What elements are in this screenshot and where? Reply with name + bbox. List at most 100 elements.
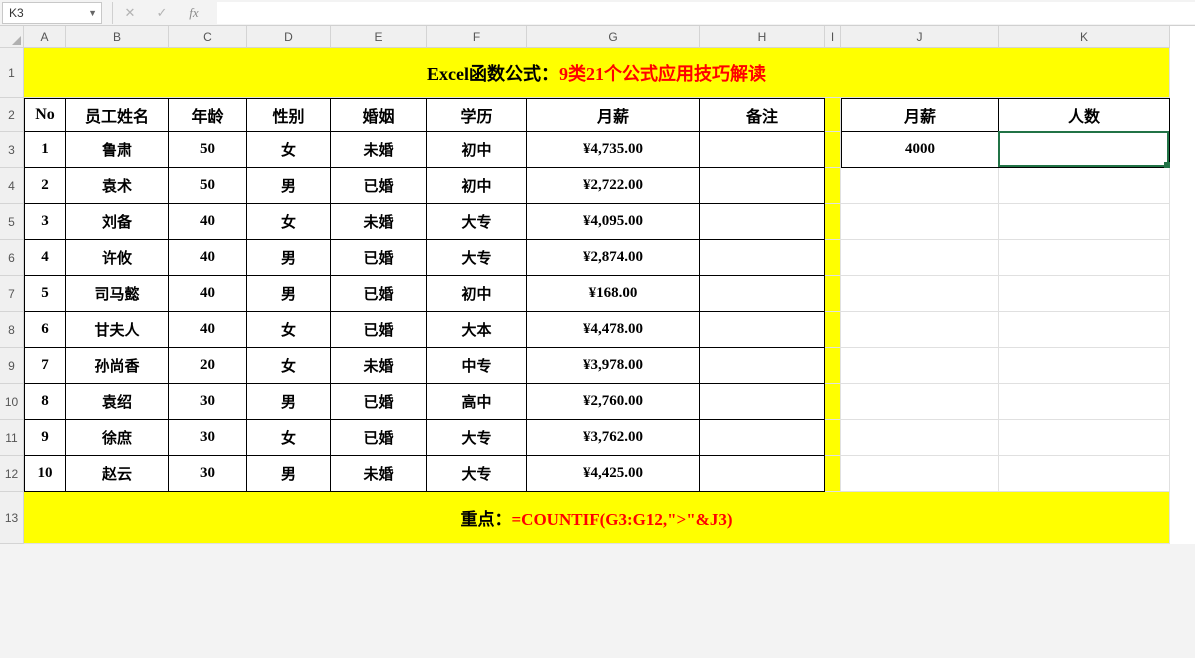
cell-B11[interactable]: 徐庶: [66, 420, 169, 456]
cells-grid[interactable]: Excel函数公式：9类21个公式应用技巧解读No员工姓名年龄性别婚姻学历月薪备…: [24, 48, 1170, 544]
row-header-11[interactable]: 11: [0, 420, 24, 456]
col-header-H[interactable]: H: [700, 26, 825, 48]
cell-E7[interactable]: 已婚: [331, 276, 427, 312]
cell-D10[interactable]: 男: [247, 384, 331, 420]
cell-I9[interactable]: [825, 348, 841, 384]
row-header-8[interactable]: 8: [0, 312, 24, 348]
cell-I3[interactable]: [825, 132, 841, 168]
cell-K10[interactable]: [999, 384, 1170, 420]
cell-G7[interactable]: ¥168.00: [527, 276, 700, 312]
cell-H12[interactable]: [700, 456, 825, 492]
cell-E10[interactable]: 已婚: [331, 384, 427, 420]
cell-F10[interactable]: 高中: [427, 384, 527, 420]
fx-icon[interactable]: fx: [187, 6, 201, 20]
cell-A12[interactable]: 10: [24, 456, 66, 492]
cell-B4[interactable]: 袁术: [66, 168, 169, 204]
cell-H5[interactable]: [700, 204, 825, 240]
col-header-K[interactable]: K: [999, 26, 1170, 48]
cell-E11[interactable]: 已婚: [331, 420, 427, 456]
cell-H4[interactable]: [700, 168, 825, 204]
cell-H9[interactable]: [700, 348, 825, 384]
cell-F7[interactable]: 初中: [427, 276, 527, 312]
cell-A6[interactable]: 4: [24, 240, 66, 276]
cell-A8[interactable]: 6: [24, 312, 66, 348]
cell-A4[interactable]: 2: [24, 168, 66, 204]
cell-C11[interactable]: 30: [169, 420, 247, 456]
cell-F6[interactable]: 大专: [427, 240, 527, 276]
cell-K12[interactable]: [999, 456, 1170, 492]
header-cell-D[interactable]: 性别: [247, 98, 331, 132]
header-cell-C[interactable]: 年龄: [169, 98, 247, 132]
row-header-10[interactable]: 10: [0, 384, 24, 420]
row-header-12[interactable]: 12: [0, 456, 24, 492]
cell-G6[interactable]: ¥2,874.00: [527, 240, 700, 276]
cell-E12[interactable]: 未婚: [331, 456, 427, 492]
select-all-corner[interactable]: [0, 26, 24, 48]
cell-F12[interactable]: 大专: [427, 456, 527, 492]
header-cell-G[interactable]: 月薪: [527, 98, 700, 132]
cell-D11[interactable]: 女: [247, 420, 331, 456]
cell-K8[interactable]: [999, 312, 1170, 348]
row-header-9[interactable]: 9: [0, 348, 24, 384]
cell-K6[interactable]: [999, 240, 1170, 276]
cell-C8[interactable]: 40: [169, 312, 247, 348]
cell-I5[interactable]: [825, 204, 841, 240]
cell-J11[interactable]: [841, 420, 999, 456]
cell-A5[interactable]: 3: [24, 204, 66, 240]
cell-E3[interactable]: 未婚: [331, 132, 427, 168]
cell-K11[interactable]: [999, 420, 1170, 456]
cell-K7[interactable]: [999, 276, 1170, 312]
footer-cell[interactable]: 重点：=COUNTIF(G3:G12,">"&J3): [24, 492, 1170, 544]
cell-E4[interactable]: 已婚: [331, 168, 427, 204]
header-cell-A[interactable]: No: [24, 98, 66, 132]
cell-I10[interactable]: [825, 384, 841, 420]
col-header-G[interactable]: G: [527, 26, 700, 48]
row-header-13[interactable]: 13: [0, 492, 24, 544]
cell-G3[interactable]: ¥4,735.00: [527, 132, 700, 168]
cell-I6[interactable]: [825, 240, 841, 276]
cell-A3[interactable]: 1: [24, 132, 66, 168]
cell-K4[interactable]: [999, 168, 1170, 204]
cell-D7[interactable]: 男: [247, 276, 331, 312]
cell-K9[interactable]: [999, 348, 1170, 384]
cell-E8[interactable]: 已婚: [331, 312, 427, 348]
title-cell[interactable]: Excel函数公式：9类21个公式应用技巧解读: [24, 48, 1170, 98]
cell-E9[interactable]: 未婚: [331, 348, 427, 384]
cell-A9[interactable]: 7: [24, 348, 66, 384]
chevron-down-icon[interactable]: ▼: [88, 8, 97, 18]
cell-C10[interactable]: 30: [169, 384, 247, 420]
col-header-D[interactable]: D: [247, 26, 331, 48]
cell-J3[interactable]: 4000: [841, 132, 999, 168]
row-header-6[interactable]: 6: [0, 240, 24, 276]
col-header-C[interactable]: C: [169, 26, 247, 48]
row-header-1[interactable]: 1: [0, 48, 24, 98]
cell-H6[interactable]: [700, 240, 825, 276]
row-header-3[interactable]: 3: [0, 132, 24, 168]
cell-C7[interactable]: 40: [169, 276, 247, 312]
cell-B6[interactable]: 许攸: [66, 240, 169, 276]
cell-I8[interactable]: [825, 312, 841, 348]
cell-E6[interactable]: 已婚: [331, 240, 427, 276]
cell-G12[interactable]: ¥4,425.00: [527, 456, 700, 492]
cell-F3[interactable]: 初中: [427, 132, 527, 168]
cell-D8[interactable]: 女: [247, 312, 331, 348]
col-header-B[interactable]: B: [66, 26, 169, 48]
header-cell-B[interactable]: 员工姓名: [66, 98, 169, 132]
cell-J7[interactable]: [841, 276, 999, 312]
cell-E5[interactable]: 未婚: [331, 204, 427, 240]
name-box[interactable]: K3 ▼: [2, 2, 102, 24]
cell-B5[interactable]: 刘备: [66, 204, 169, 240]
cell-C4[interactable]: 50: [169, 168, 247, 204]
header-cell-F[interactable]: 学历: [427, 98, 527, 132]
cell-F11[interactable]: 大专: [427, 420, 527, 456]
cell-H10[interactable]: [700, 384, 825, 420]
cell-J8[interactable]: [841, 312, 999, 348]
cell-G10[interactable]: ¥2,760.00: [527, 384, 700, 420]
cell-I7[interactable]: [825, 276, 841, 312]
cell-G8[interactable]: ¥4,478.00: [527, 312, 700, 348]
col-header-A[interactable]: A: [24, 26, 66, 48]
cell-B12[interactable]: 赵云: [66, 456, 169, 492]
cell-B7[interactable]: 司马懿: [66, 276, 169, 312]
cell-B10[interactable]: 袁绍: [66, 384, 169, 420]
cell-J4[interactable]: [841, 168, 999, 204]
